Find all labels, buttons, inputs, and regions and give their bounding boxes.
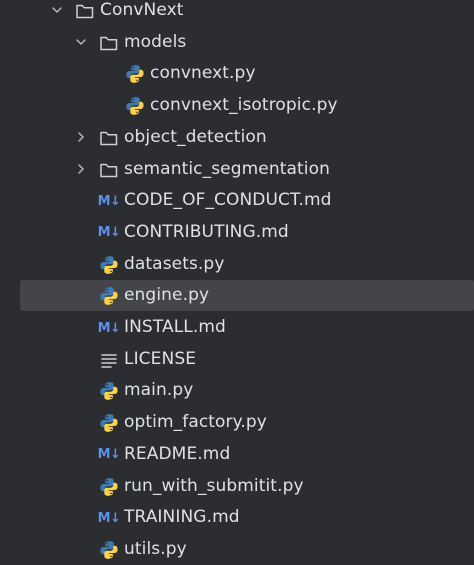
python-file-icon xyxy=(98,285,120,307)
tree-file-item[interactable]: run_with_submitit.py xyxy=(0,471,474,502)
tree-item-label: models xyxy=(124,31,187,52)
tree-item-label: TRAINING.md xyxy=(124,507,240,528)
folder-icon xyxy=(74,0,96,22)
markdown-file-icon: M↓ xyxy=(97,222,121,244)
chevron-down-icon[interactable] xyxy=(50,3,64,17)
tree-file-item[interactable]: convnext.py xyxy=(0,58,474,89)
folder-icon xyxy=(98,32,120,54)
tree-file-item[interactable]: LICENSE xyxy=(0,344,474,375)
markdown-file-icon: M↓ xyxy=(97,507,121,529)
python-file-icon xyxy=(98,412,120,434)
markdown-glyph: M↓ xyxy=(97,225,121,241)
tree-item-label: main.py xyxy=(124,380,194,401)
tree-item-label: CODE_OF_CONDUCT.md xyxy=(124,190,332,211)
markdown-glyph: M↓ xyxy=(97,447,121,463)
python-file-icon xyxy=(98,254,120,276)
tree-file-item[interactable]: M↓ TRAINING.md xyxy=(0,502,474,533)
tree-folder-item[interactable]: models xyxy=(0,27,474,58)
tree-item-label: CONTRIBUTING.md xyxy=(124,221,289,242)
tree-item-label: convnext.py xyxy=(150,63,256,84)
tree-item-label: object_detection xyxy=(124,126,267,147)
python-file-icon xyxy=(98,476,120,498)
tree-item-label: utils.py xyxy=(124,538,187,559)
tree-folder-item[interactable]: object_detection xyxy=(0,122,474,153)
tree-item-label: LICENSE xyxy=(124,348,197,369)
chevron-down-icon[interactable] xyxy=(74,35,88,49)
tree-item-label: run_with_submitit.py xyxy=(124,475,304,496)
markdown-glyph: M↓ xyxy=(97,193,121,209)
python-file-icon xyxy=(98,380,120,402)
markdown-file-icon: M↓ xyxy=(97,444,121,466)
tree-file-item[interactable]: M↓ README.md xyxy=(0,439,474,470)
tree-file-item[interactable]: datasets.py xyxy=(0,249,474,280)
tree-file-item[interactable]: optim_factory.py xyxy=(0,407,474,438)
markdown-file-icon: M↓ xyxy=(97,190,121,212)
tree-file-item[interactable]: main.py xyxy=(0,375,474,406)
tree-item-label: ConvNext xyxy=(100,0,184,20)
tree-file-item[interactable]: M↓ CODE_OF_CONDUCT.md xyxy=(0,185,474,216)
tree-item-label: INSTALL.md xyxy=(124,317,226,337)
tree-item-label: README.md xyxy=(124,443,231,464)
tree-file-item[interactable]: M↓ CONTRIBUTING.md xyxy=(0,217,474,248)
python-file-icon xyxy=(124,95,146,117)
tree-folder-item[interactable]: ConvNext xyxy=(0,0,474,26)
chevron-right-icon[interactable] xyxy=(74,162,88,176)
tree-file-item[interactable]: utils.py xyxy=(0,534,474,565)
python-file-icon xyxy=(124,63,146,85)
text-file-icon xyxy=(98,349,120,371)
tree-item-label: convnext_isotropic.py xyxy=(150,95,338,116)
tree-item-label: engine.py xyxy=(124,285,210,306)
tree-file-item[interactable]: convnext_isotropic.py xyxy=(0,90,474,121)
markdown-glyph: M↓ xyxy=(97,510,121,526)
markdown-glyph: M↓ xyxy=(97,320,121,336)
folder-icon xyxy=(98,127,120,149)
tree-folder-item[interactable]: semantic_segmentation xyxy=(0,154,474,185)
project-tree: ConvNext models convnext.py convnext_isotro… xyxy=(0,0,474,561)
tree-item-label: optim_factory.py xyxy=(124,412,267,433)
markdown-file-icon: M↓ xyxy=(97,317,121,339)
tree-item-label: semantic_segmentation xyxy=(124,158,330,179)
tree-file-item[interactable]: M↓ INSTALL.md xyxy=(0,312,474,343)
tree-file-item[interactable]: engine.py xyxy=(0,280,474,312)
tree-item-label: datasets.py xyxy=(124,253,225,274)
chevron-right-icon[interactable] xyxy=(74,130,88,144)
python-file-icon xyxy=(98,539,120,561)
folder-icon xyxy=(98,159,120,181)
